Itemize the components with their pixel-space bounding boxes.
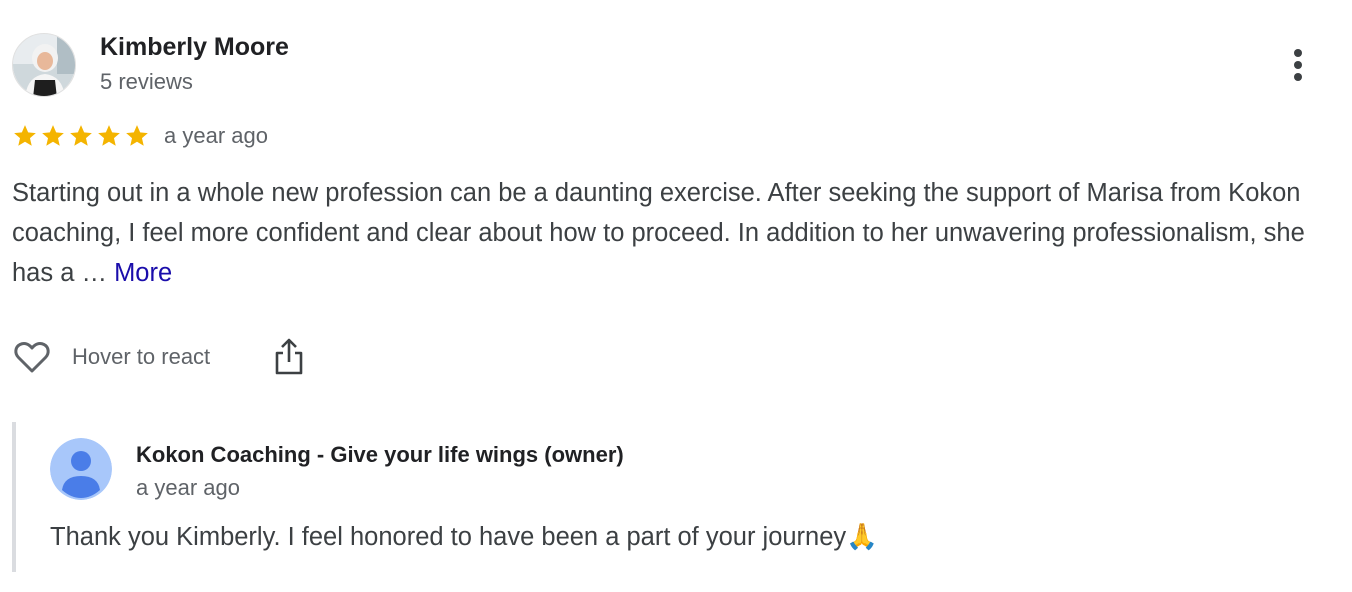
star-icon: [126, 125, 148, 146]
react-label: Hover to react: [72, 344, 211, 369]
reviewer-name[interactable]: Kimberly Moore: [100, 33, 289, 62]
reviewer-avatar[interactable]: [12, 33, 76, 97]
owner-reply-date: a year ago: [136, 475, 240, 500]
action-row: Hover to react: [12, 336, 306, 378]
owner-reply-text: Thank you Kimberly. I feel honored to ha…: [50, 523, 878, 551]
owner-reply: Kokon Coaching - Give your life wings (o…: [12, 422, 1332, 572]
review-date: a year ago: [164, 123, 268, 148]
owner-avatar: [50, 438, 112, 500]
star-icon: [14, 125, 36, 146]
rating-row: a year ago: [12, 120, 268, 152]
reviewer-review-count[interactable]: 5 reviews: [100, 69, 193, 95]
heart-icon: [14, 342, 50, 373]
star-icon: [70, 125, 92, 146]
owner-name: Kokon Coaching - Give your life wings (o…: [136, 442, 624, 467]
more-options-button[interactable]: [1283, 46, 1313, 86]
review-text: Starting out in a whole new profession c…: [12, 173, 1332, 293]
star-icon: [98, 125, 120, 146]
more-vert-icon: [1294, 49, 1302, 81]
review-body: Starting out in a whole new profession c…: [12, 179, 1305, 287]
react-button[interactable]: Hover to react: [12, 337, 210, 377]
review-card: Kimberly Moore 5 reviews a year ago Star…: [0, 0, 1352, 592]
share-icon[interactable]: [272, 337, 306, 377]
person-icon: [50, 438, 112, 500]
star-rating: [12, 123, 150, 149]
more-link[interactable]: More: [114, 259, 172, 287]
star-icon: [42, 125, 64, 146]
